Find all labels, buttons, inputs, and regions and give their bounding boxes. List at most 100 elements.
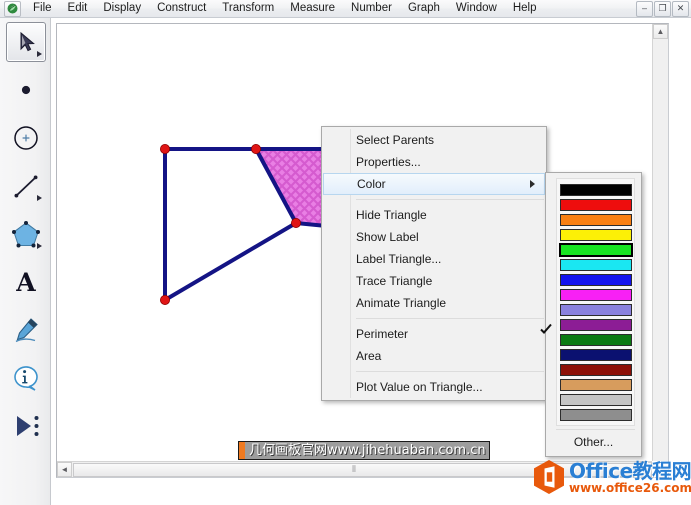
menu-transform[interactable]: Transform xyxy=(214,0,282,17)
color-swatch-row xyxy=(557,272,634,287)
color-swatch-dark-red[interactable] xyxy=(559,363,632,376)
color-swatch-blue[interactable] xyxy=(559,273,632,286)
minimize-button[interactable]: – xyxy=(636,0,653,17)
menu-construct[interactable]: Construct xyxy=(149,0,214,17)
point-tool[interactable] xyxy=(0,66,51,114)
menu-help[interactable]: Help xyxy=(505,0,545,17)
scroll-left-icon: ◄ xyxy=(60,464,69,474)
color-palette-submenu: Other... xyxy=(540,172,642,457)
menu-bar: File Edit Display Construct Transform Me… xyxy=(0,0,691,18)
menu-item-plot-value-on-triangle[interactable]: Plot Value on Triangle... xyxy=(322,376,546,398)
menu-item-color[interactable]: Color xyxy=(323,173,545,195)
menu-item-label-triangle[interactable]: Label Triangle... xyxy=(322,248,546,270)
menu-item-area[interactable]: Area xyxy=(322,345,546,367)
color-swatch-row xyxy=(557,257,634,272)
circle-compass-icon xyxy=(13,126,38,150)
color-swatch-navy[interactable] xyxy=(559,348,632,361)
menu-item-show-label[interactable]: Show Label xyxy=(322,226,546,248)
vertex-top-middle xyxy=(250,144,261,155)
color-swatch-green[interactable] xyxy=(558,242,633,257)
menu-item-label: Label Triangle... xyxy=(356,252,442,266)
menu-item-hide-triangle[interactable]: Hide Triangle xyxy=(322,204,546,226)
mouse-cursor-icon xyxy=(539,321,553,335)
office-logo-title: Office教程网 xyxy=(569,458,691,483)
minimize-icon: – xyxy=(641,2,647,13)
color-swatch-row xyxy=(557,317,634,332)
application-window: File Edit Display Construct Transform Me… xyxy=(0,0,691,505)
text-tool[interactable]: A xyxy=(0,258,51,306)
watermark-text: 几何画板官网www.jihehuaban.com.cn xyxy=(249,443,486,458)
color-swatch-row xyxy=(557,362,634,377)
arrow-tool-flyout-icon[interactable] xyxy=(36,51,42,57)
info-bubble-icon xyxy=(13,366,38,391)
menu-edit[interactable]: Edit xyxy=(60,0,96,17)
color-swatch-orange[interactable] xyxy=(559,213,632,226)
vertex-right xyxy=(290,217,301,228)
color-swatch-black[interactable] xyxy=(559,183,632,196)
scroll-up-button[interactable]: ▲ xyxy=(653,24,668,39)
menu-measure[interactable]: Measure xyxy=(282,0,343,17)
color-swatch-cyan[interactable] xyxy=(559,258,632,271)
menu-window[interactable]: Window xyxy=(448,0,505,17)
color-swatch-row xyxy=(557,287,634,302)
polygon-tool[interactable] xyxy=(0,210,51,258)
color-swatch-purple[interactable] xyxy=(559,318,632,331)
menu-item-label: Show Label xyxy=(356,230,419,244)
color-swatch-light-purple[interactable] xyxy=(559,303,632,316)
color-swatch-row xyxy=(557,332,634,347)
color-swatch-dark-green[interactable] xyxy=(559,333,632,346)
color-swatch-row xyxy=(557,212,634,227)
menu-item-perimeter[interactable]: Perimeter xyxy=(322,323,546,345)
custom-tool-icon xyxy=(16,416,38,436)
menu-graph[interactable]: Graph xyxy=(400,0,448,17)
polygon-tool-flyout-icon[interactable] xyxy=(36,243,42,249)
menu-item-label: Color xyxy=(357,177,386,191)
color-swatch-light-gray[interactable] xyxy=(559,393,632,406)
compass-circle-tool[interactable] xyxy=(0,114,51,162)
close-icon: ✕ xyxy=(676,2,685,13)
color-swatch-grid xyxy=(556,178,635,426)
menu-item-properties[interactable]: Properties... xyxy=(322,151,546,173)
triangle-context-menu: Select Parents Properties... Color Hide … xyxy=(321,126,547,401)
office-logo-url: www.office26.com xyxy=(569,480,691,495)
straightedge-line-tool[interactable] xyxy=(0,162,51,210)
marker-pen-tool[interactable] xyxy=(0,306,51,354)
custom-tool[interactable] xyxy=(0,402,51,450)
point-icon xyxy=(21,85,30,95)
menu-display[interactable]: Display xyxy=(95,0,149,17)
information-tool[interactable] xyxy=(0,354,51,402)
line-tool-flyout-icon[interactable] xyxy=(36,195,42,201)
vertex-bottom-left xyxy=(160,294,171,305)
vertex-top-left xyxy=(160,144,171,155)
color-other-option[interactable]: Other... xyxy=(546,430,641,454)
color-swatch-row xyxy=(557,407,634,422)
color-swatch-row xyxy=(557,392,634,407)
menu-item-animate-triangle[interactable]: Animate Triangle xyxy=(322,292,546,314)
arrow-cursor-icon xyxy=(20,31,35,52)
menu-number[interactable]: Number xyxy=(343,0,400,17)
menu-item-label: Hide Triangle xyxy=(356,208,427,222)
window-controls: – ❐ ✕ xyxy=(635,0,691,17)
arrow-select-tool[interactable] xyxy=(0,18,51,66)
color-swatch-red[interactable] xyxy=(559,198,632,211)
site-watermark: 几何画板官网www.jihehuaban.com.cn xyxy=(238,441,490,460)
submenu-arrow-icon xyxy=(530,180,535,188)
color-swatch-row xyxy=(557,197,634,212)
restore-button[interactable]: ❐ xyxy=(654,0,671,17)
menu-item-label: Plot Value on Triangle... xyxy=(356,380,483,394)
menu-separator xyxy=(356,318,544,319)
close-button[interactable]: ✕ xyxy=(672,0,689,17)
color-swatch-gray[interactable] xyxy=(559,408,632,421)
vertical-scrollbar[interactable]: ▲ xyxy=(652,24,668,461)
svg-text:A: A xyxy=(15,268,36,296)
color-swatch-yellow[interactable] xyxy=(559,228,632,241)
menu-item-trace-triangle[interactable]: Trace Triangle xyxy=(322,270,546,292)
menu-item-label: Animate Triangle xyxy=(356,296,447,310)
sketchpad-icon[interactable] xyxy=(4,0,21,17)
menu-item-select-parents[interactable]: Select Parents xyxy=(322,129,546,151)
menu-file[interactable]: File xyxy=(25,0,60,17)
menu-item-label: Perimeter xyxy=(356,327,409,341)
scroll-left-button[interactable]: ◄ xyxy=(57,462,72,477)
color-swatch-magenta[interactable] xyxy=(559,288,632,301)
color-swatch-tan[interactable] xyxy=(559,378,632,391)
